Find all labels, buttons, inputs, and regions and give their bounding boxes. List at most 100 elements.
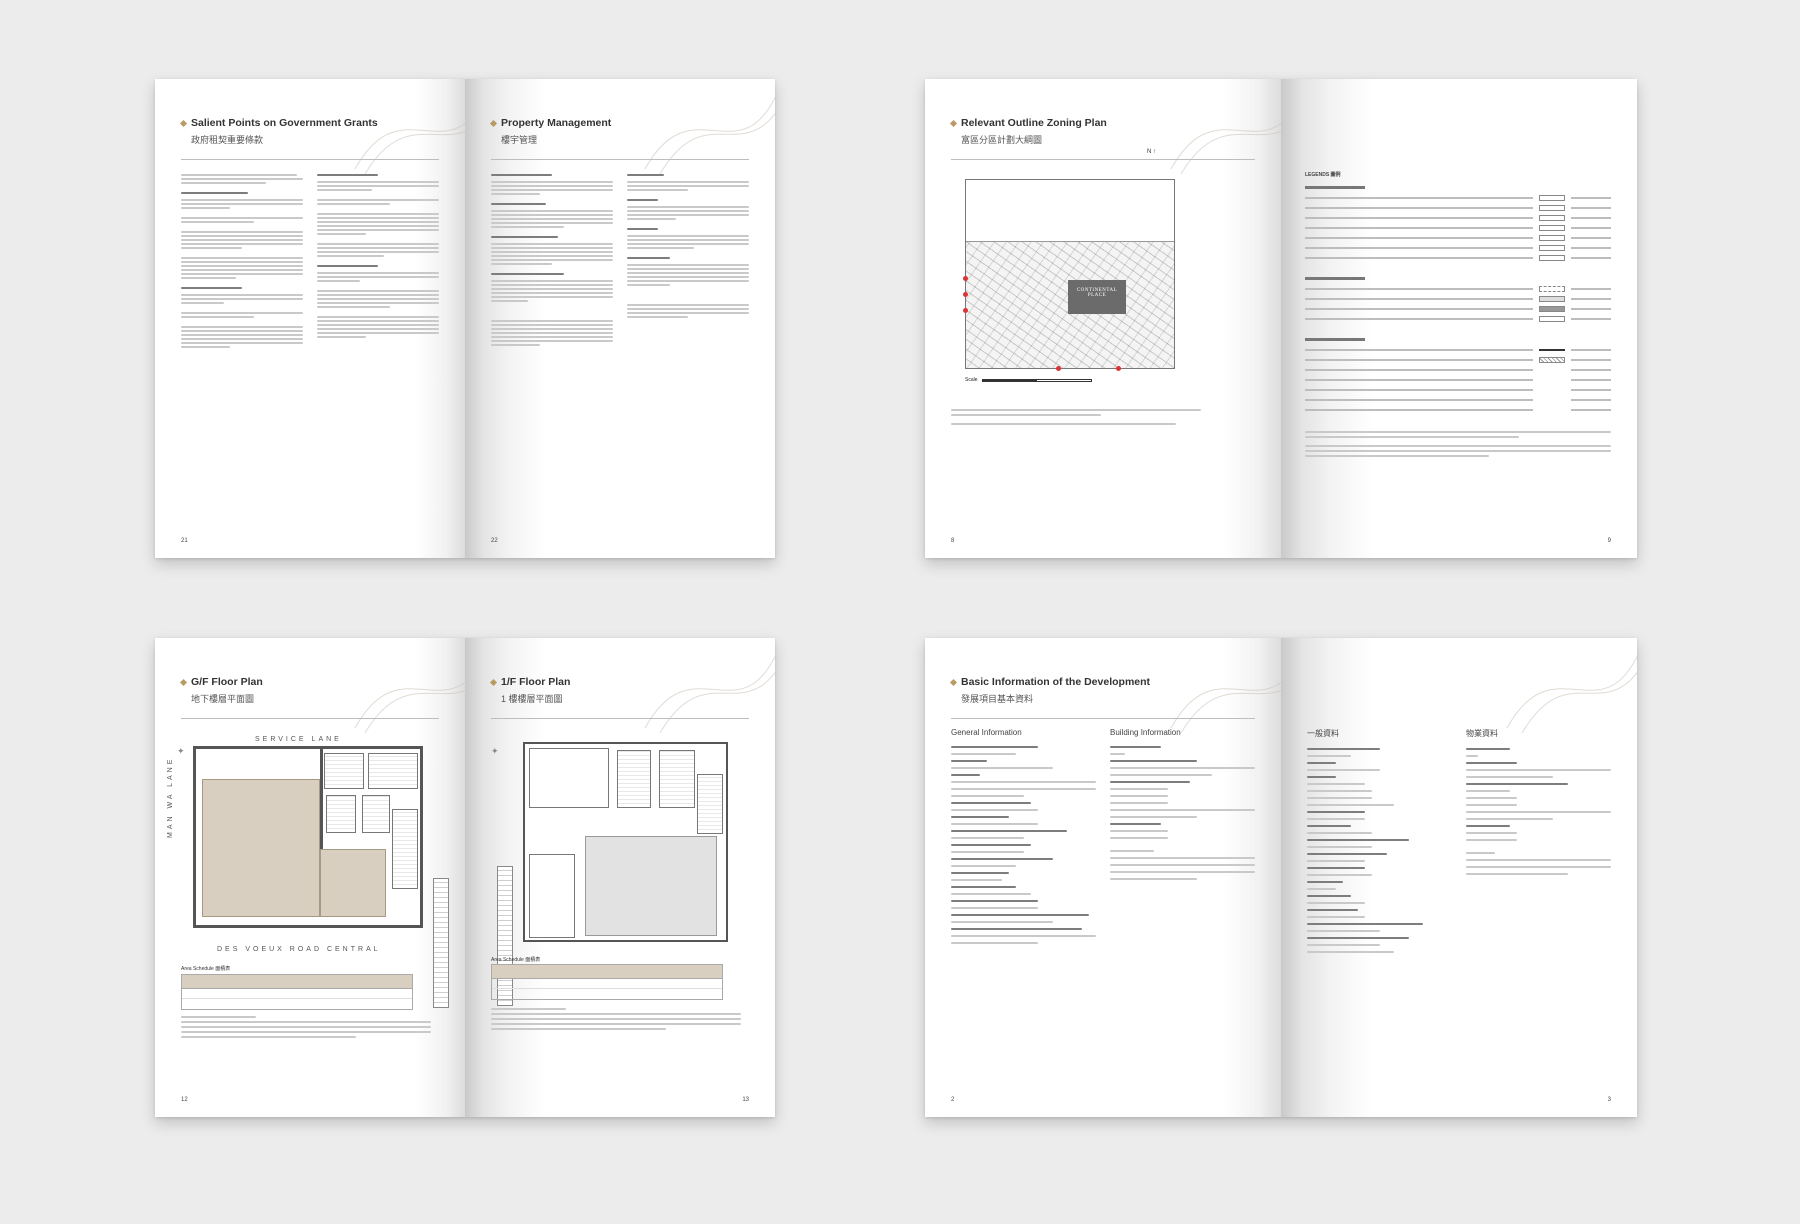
column-heading: 一般資料 [1307,729,1339,738]
area-schedule-table [181,974,413,1010]
schedule-title: Area Schedule 面積表 [491,957,541,963]
page-title: Property Management [501,117,612,129]
header-rule [181,159,439,160]
page-header: Relevant Outline Zoning Plan 富區分區計劃大綱圖 [949,117,1107,146]
map-marker [963,308,968,313]
page-3: 一般資料 物業資料 3 [1281,638,1637,1117]
diamond-bullet-icon [949,119,958,127]
decorative-swirl [1506,655,1637,734]
decorative-swirl [1170,122,1281,175]
diamond-bullet-icon [489,119,498,127]
page-title: G/F Floor Plan [191,676,263,688]
spread-government-grants: Salient Points on Government Grants 政府租契… [155,79,775,558]
decorative-swirl [354,681,465,734]
map-marker [963,292,968,297]
page-subtitle: 富區分區計劃大綱圖 [961,135,1043,145]
page-header: Salient Points on Government Grants 政府租契… [179,117,378,146]
street-label: DES VOEUX ROAD CENTRAL [217,946,381,953]
page-subtitle: 樓宇管理 [501,135,538,145]
page-subtitle: 政府租契重要條款 [191,135,264,145]
text-column [491,174,613,524]
page-number: 2 [951,1097,955,1103]
diamond-bullet-icon [179,678,188,686]
zoning-map: CONTINENTAL PLACE [963,179,1175,371]
page-subtitle: 發展項目基本資料 [961,694,1034,704]
north-arrow-icon: N ↑ [1147,149,1156,155]
page-subtitle: 1 樓樓層平面圖 [501,694,563,704]
page-subtitle: 地下樓層平面圖 [191,694,255,704]
page-title: 1/F Floor Plan [501,676,571,688]
page-title: Relevant Outline Zoning Plan [961,117,1107,129]
header-rule [491,159,749,160]
diamond-bullet-icon [179,119,188,127]
page-number: 8 [951,538,955,544]
text-column [181,174,303,524]
info-columns: General Information Building Information [951,728,1255,1083]
page-number: 3 [1607,1097,1611,1103]
page-number: 9 [1607,538,1611,544]
info-column: 一般資料 [1307,728,1452,1083]
compass-icon: ✦ [177,746,185,756]
page-number: 21 [181,538,188,544]
page-header: 1/F Floor Plan 1 樓樓層平面圖 [489,676,571,705]
legend-heading: LEGENDS 圖例 [1305,172,1341,178]
page-header: Basic Information of the Development 發展項… [949,676,1151,705]
page-number: 12 [181,1097,188,1103]
info-column: General Information [951,728,1096,1083]
diamond-bullet-icon [949,678,958,686]
decorative-swirl [644,96,775,175]
page-8: Relevant Outline Zoning Plan 富區分區計劃大綱圖 C… [925,79,1281,558]
header-rule [951,159,1255,160]
stair-section [433,878,449,1008]
gf-floor-plan [193,746,423,928]
header-rule [181,718,439,719]
decorative-swirl [644,655,775,734]
map-marker [1056,366,1061,371]
page-12: G/F Floor Plan 地下樓層平面圖 ✦ SERVICE LANE MA… [155,638,465,1117]
page-number: 13 [742,1097,749,1103]
map-marker [963,276,968,281]
column-heading: 物業資料 [1466,729,1498,738]
page-header: Property Management 樓宇管理 [489,117,612,146]
scale-bar [981,378,1092,382]
header-rule [491,718,749,719]
text-column [317,174,439,524]
map-scale: Scale [965,377,1092,383]
spread-floor-plans: G/F Floor Plan 地下樓層平面圖 ✦ SERVICE LANE MA… [155,638,775,1117]
map-notes [951,409,1201,425]
harbour-area [966,180,1174,242]
compass-icon: ✦ [491,746,499,756]
text-column [627,174,749,524]
remarks [491,1008,741,1030]
page-title: Basic Information of the Development [961,676,1151,688]
page-title: Salient Points on Government Grants [191,117,378,129]
street-label: MAN WA LANE [167,756,174,838]
spread-zoning-plan: Relevant Outline Zoning Plan 富區分區計劃大綱圖 C… [925,79,1637,558]
page-number: 22 [491,538,498,544]
column-heading: Building Information [1110,728,1181,737]
info-columns: 一般資料 物業資料 [1307,728,1611,1083]
decorative-swirl [1170,681,1281,734]
page-22: Property Management 樓宇管理 22 [465,79,775,558]
info-column: Building Information [1110,728,1255,1083]
street-label: SERVICE LANE [255,736,342,743]
info-column: 物業資料 [1466,728,1611,1083]
page-2: Basic Information of the Development 發展項… [925,638,1281,1117]
schedule-title: Area Schedule 面積表 [181,966,231,972]
page-21: Salient Points on Government Grants 政府租契… [155,79,465,558]
header-rule [951,718,1255,719]
page-9: LEGENDS 圖例 9 [1281,79,1637,558]
development-site-label: CONTINENTAL PLACE [1068,280,1126,314]
map-marker [1116,366,1121,371]
text-columns [491,174,749,524]
zoning-legend: LEGENDS 圖例 [1305,171,1611,457]
diamond-bullet-icon [489,678,498,686]
spread-basic-information: Basic Information of the Development 發展項… [925,638,1637,1117]
page-header: G/F Floor Plan 地下樓層平面圖 [179,676,263,705]
page-13: 1/F Floor Plan 1 樓樓層平面圖 ✦ Area Schedule … [465,638,775,1117]
1f-floor-plan [523,742,728,942]
remarks [181,1016,431,1038]
column-heading: General Information [951,728,1022,737]
area-schedule-table [491,964,723,1000]
scale-label: Scale [965,377,978,383]
